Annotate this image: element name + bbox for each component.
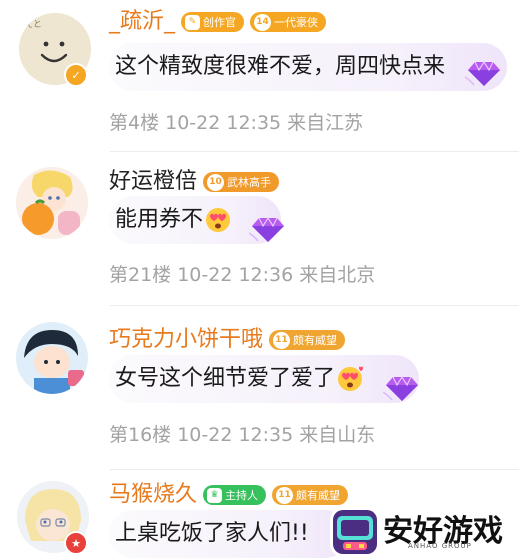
tag-label: 一代豪侠 <box>274 16 319 29</box>
creator-icon: ✎ <box>185 14 201 30</box>
host-icon: ♛ <box>207 487 223 503</box>
level-tag: 10 武林高手 <box>203 172 280 192</box>
host-badge-icon: ★ <box>64 531 88 555</box>
comment-meta: 第4楼 10-22 12:35 来自江苏 <box>109 112 364 134</box>
username[interactable]: 好运橙倍 <box>109 167 197 197</box>
comment-bubble[interactable]: 这个精致度很难不爱，周四快点来 <box>109 43 507 91</box>
comment-item: 巧克力小饼干哦 11 颇有威望 女号这个细节爱了爱了 第16楼 10-22 12… <box>0 306 519 466</box>
host-tag: ♛ 主持人 <box>203 485 267 505</box>
comment-item: 好运橙倍 10 武林高手 能用券不 第21楼 10-22 12:36 来自北京 <box>0 152 519 302</box>
gem-icon <box>249 216 284 242</box>
level-number: 10 <box>207 173 225 191</box>
comment-item: えと ✓ _疏沂_ ✎ 创作官 14 一代豪侠 这个精致度很难不爱，周四快点来 … <box>0 0 519 150</box>
tag-label: 颇有威望 <box>296 489 341 502</box>
level-number: 11 <box>273 331 291 349</box>
comment-meta: 第16楼 10-22 12:35 来自山东 <box>109 424 376 446</box>
name-row: _疏沂_ ✎ 创作官 14 一代豪侠 <box>109 5 327 39</box>
name-row: 巧克力小饼干哦 11 颇有威望 <box>109 323 346 357</box>
tag-label: 主持人 <box>225 489 259 502</box>
level-number: 11 <box>276 486 294 504</box>
orange-girl-avatar-image <box>16 167 88 239</box>
gem-icon <box>383 375 418 401</box>
watermark-subtitle: ANHAO GROUP <box>408 542 472 550</box>
creator-tag: ✎ 创作官 <box>181 12 245 32</box>
level-tag: 11 颇有威望 <box>272 485 349 505</box>
name-row: 好运橙倍 10 武林高手 <box>109 165 280 199</box>
comment-meta: 第21楼 10-22 12:36 来自北京 <box>109 264 376 286</box>
watermark: 安好游戏 <box>333 505 519 558</box>
verified-badge-icon: ✓ <box>64 63 88 87</box>
tag-label: 颇有威望 <box>293 334 338 347</box>
username[interactable]: 马猴烧久 <box>109 480 197 510</box>
username[interactable]: 巧克力小饼干哦 <box>109 325 263 355</box>
level-number: 14 <box>254 13 272 31</box>
heart-eyes-emoji-icon <box>338 366 364 391</box>
level-tag: 11 颇有威望 <box>269 330 346 350</box>
tag-label: 武林高手 <box>227 176 272 189</box>
username[interactable]: _疏沂_ <box>109 7 175 37</box>
comment-bubble[interactable]: 女号这个细节爱了爱了 <box>109 355 419 403</box>
comment-text: 这个精致度很难不爱，周四快点来 <box>115 54 446 79</box>
avatar[interactable] <box>16 167 88 239</box>
anime-boy-avatar-image <box>16 322 88 394</box>
gem-icon <box>465 60 500 86</box>
name-row: 马猴烧久 ♛ 主持人 11 颇有威望 <box>109 478 349 512</box>
avatar[interactable] <box>16 322 88 394</box>
svg-text:えと: えと <box>24 19 42 30</box>
comment-text: 上桌吃饭了家人们!! <box>115 521 309 546</box>
comment-text: 能用券不 <box>115 207 204 232</box>
gamepad-logo-icon <box>333 509 377 554</box>
tag-label: 创作官 <box>203 16 237 29</box>
comment-bubble[interactable]: 上桌吃饭了家人们!! <box>109 510 349 558</box>
comment-text: 女号这个细节爱了爱了 <box>115 366 336 391</box>
level-tag: 14 一代豪侠 <box>250 12 327 32</box>
heart-eyes-emoji-icon <box>206 208 231 232</box>
